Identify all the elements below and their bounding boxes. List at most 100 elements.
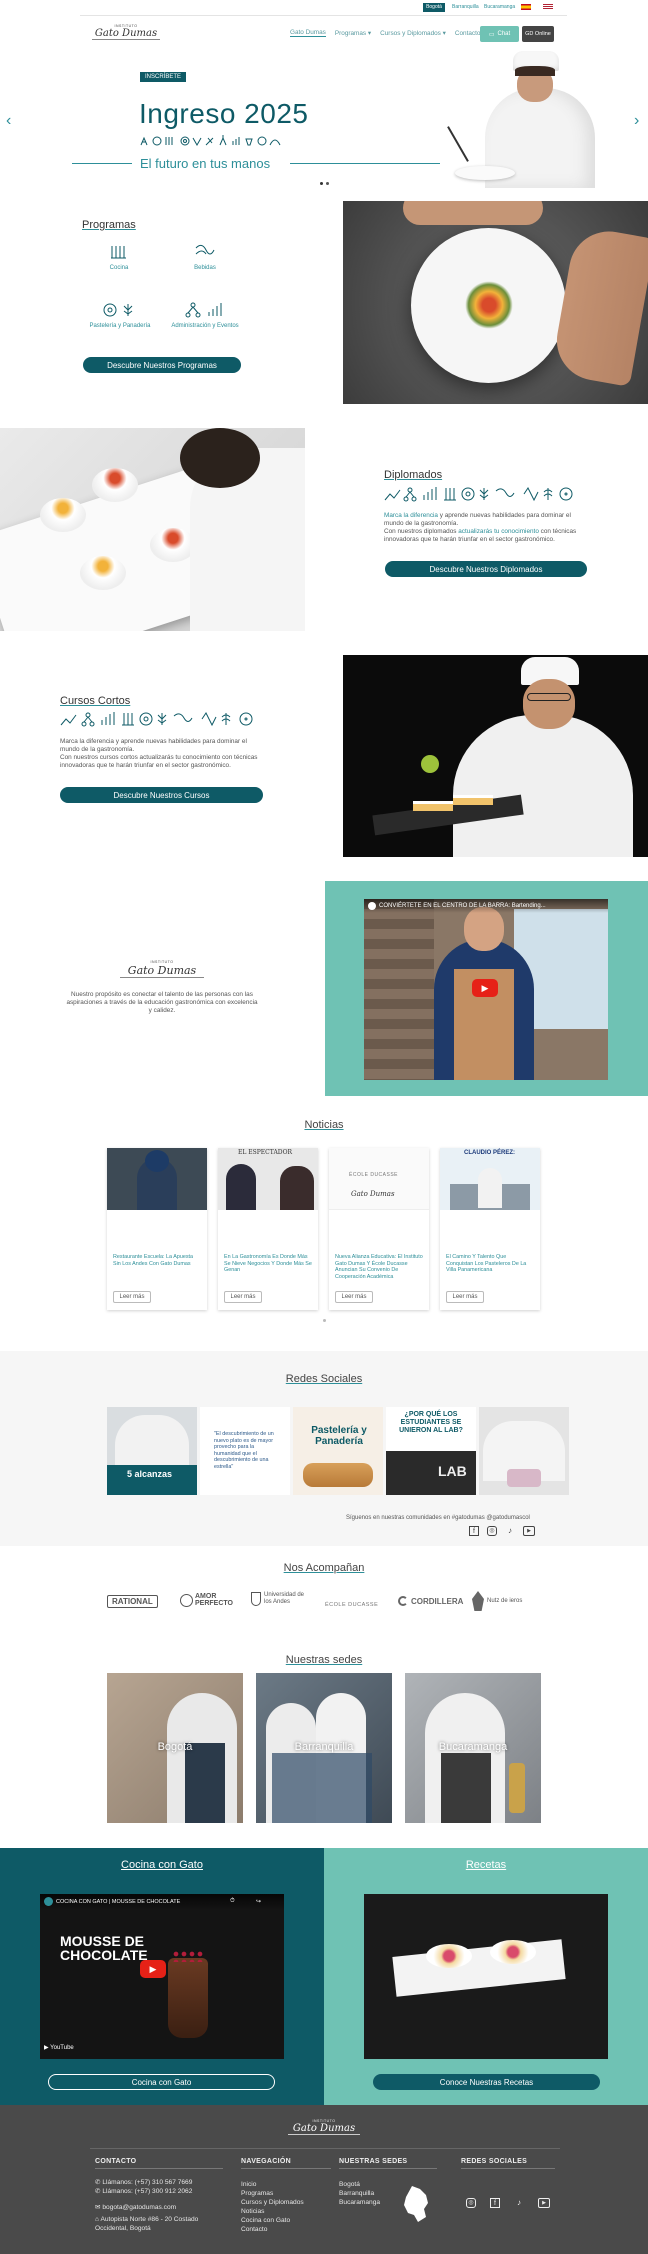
footer-phone-1[interactable]: ✆ Llámanos: (+57) 310 567 7669 xyxy=(95,2178,192,2187)
footer-email[interactable]: ✉ bogota@gatodumas.com xyxy=(95,2203,176,2212)
hero-prev-arrow[interactable]: ‹ xyxy=(6,112,11,130)
news-card-2-text[interactable]: En La Gastronomía Es Donde Más Se Nieve … xyxy=(224,1254,312,1274)
footer-nav-noticias[interactable]: Noticias xyxy=(241,2207,264,2216)
facebook-icon[interactable]: f xyxy=(469,1526,479,1536)
nav-programas[interactable]: Programas ▾ xyxy=(335,29,371,37)
hero-dot-1[interactable] xyxy=(320,182,323,185)
footer-nav-heading: NAVEGACIÓN xyxy=(241,2158,291,2165)
logo[interactable]: INSTITUTO Gato Dumas xyxy=(92,24,160,44)
hero-line-right xyxy=(290,163,440,164)
footer-tiktok-icon[interactable]: ♪ xyxy=(514,2198,524,2208)
news-card-2-button[interactable]: Leer más xyxy=(224,1291,262,1303)
descubre-programas-button[interactable]: Descubre Nuestros Programas xyxy=(83,357,241,373)
footer-facebook-icon[interactable]: f xyxy=(490,2198,500,2208)
cocina-gato-video[interactable]: MOUSSE DE CHOCOLATE COCINA CON GATO | MO… xyxy=(40,1894,284,2059)
share-icon[interactable]: ↪ xyxy=(256,1898,261,1905)
recetas-button[interactable]: Conoce Nuestras Recetas xyxy=(373,2074,600,2090)
lime xyxy=(421,755,439,773)
cocina-gato-button[interactable]: Cocina con Gato xyxy=(48,2074,275,2090)
news-card-1-image[interactable] xyxy=(107,1148,207,1210)
descubre-cursos-button[interactable]: Descubre Nuestros Cursos xyxy=(60,787,263,803)
city-barranquilla-tab[interactable]: Barranquilla xyxy=(452,4,479,10)
hero-title: Ingreso 2025 xyxy=(139,98,309,129)
program-bebidas[interactable]: Bebidas xyxy=(190,244,220,271)
youtube-play-button[interactable]: ▶ xyxy=(472,979,498,997)
youtube-watermark-icon[interactable]: ▶ YouTube xyxy=(44,2044,74,2051)
logo-amor-perfecto[interactable]: AMOR PERFECTO xyxy=(180,1593,235,1607)
video-title[interactable]: CONVIÉRTETE EN EL CENTRO DE LA BARRA: Ba… xyxy=(379,903,546,909)
sede-bucaramanga[interactable]: Bucaramanga xyxy=(405,1673,541,1823)
social-post-2[interactable]: "El descubrimiento de un nuevo plato es … xyxy=(200,1407,290,1495)
social-post-3[interactable]: Pastelería y Panadería xyxy=(293,1407,383,1495)
news-card-4-button[interactable]: Leer más xyxy=(446,1291,484,1303)
footer-nav-contacto[interactable]: Contacto xyxy=(241,2225,267,2234)
footer-instagram-icon[interactable]: ◎ xyxy=(466,2198,476,2208)
bartending-video[interactable]: CONVIÉRTETE EN EL CENTRO DE LA BARRA: Ba… xyxy=(364,899,608,1080)
footer-sede-bogota[interactable]: Bogotá xyxy=(339,2180,360,2189)
logo-ecole-ducasse[interactable]: ÉCOLE DUCASSE xyxy=(325,1602,378,1608)
city-bogota-tab[interactable]: Bogotá xyxy=(423,3,445,12)
news-card-4-image[interactable]: CLAUDIO PÉREZ: xyxy=(440,1148,540,1210)
instagram-icon[interactable]: ◎ xyxy=(487,1526,497,1536)
cocina-video-title[interactable]: COCINA CON GATO | MOUSSE DE CHOCOLATE xyxy=(56,1899,180,1905)
news-card-2: EL ESPECTADOR En La Gastronomía Es Donde… xyxy=(218,1148,318,1310)
program-cocina[interactable]: Cocina xyxy=(104,244,134,271)
news-card-2-image[interactable]: EL ESPECTADOR xyxy=(218,1148,318,1210)
footer-email-text: bogota@gatodumas.com xyxy=(102,2204,177,2211)
cocina-channel-avatar[interactable] xyxy=(44,1897,53,1906)
diplomados-icons xyxy=(384,486,584,507)
descubre-diplomados-button[interactable]: Descubre Nuestros Diplomados xyxy=(385,561,587,577)
footer-nav-cursos[interactable]: Cursos y Diplomados xyxy=(241,2198,304,2207)
news-card-2-masthead: EL ESPECTADOR xyxy=(238,1149,293,1156)
footer: INSTITUTO Gato Dumas CONTACTO ✆ Llámanos… xyxy=(0,2105,648,2254)
sede-bogota[interactable]: Bogotá xyxy=(107,1673,243,1823)
news-card-1-button[interactable]: Leer más xyxy=(113,1291,151,1303)
youtube-play-button-2[interactable]: ▶ xyxy=(140,1960,166,1978)
program-administracion[interactable]: Administración y Eventos xyxy=(166,302,244,329)
sede-barranquilla[interactable]: Barranquilla xyxy=(256,1673,392,1823)
social-post-4[interactable]: ¿POR QUÉ LOS ESTUDIANTES SE UNIERON AL L… xyxy=(386,1407,476,1495)
footer-nav-inicio[interactable]: Inicio xyxy=(241,2180,256,2189)
hero-badge[interactable]: INSCRÍBETE xyxy=(140,72,187,82)
nav-gato-dumas[interactable]: Gato Dumas xyxy=(290,29,326,37)
chat-button[interactable]: ▭ Chat xyxy=(480,26,519,42)
youtube-icon[interactable]: ▶ xyxy=(523,1526,535,1536)
hero-dot-2[interactable] xyxy=(326,182,329,185)
footer-sede-barranquilla[interactable]: Barranquilla xyxy=(339,2189,374,2198)
social-post-1[interactable]: 5 alcanzas xyxy=(107,1407,197,1495)
news-card-3-image[interactable]: ÉCOLE DUCASSE Gato Dumas xyxy=(329,1148,429,1210)
flag-spain-icon[interactable] xyxy=(521,4,531,10)
footer-nav-cocina[interactable]: Cocina con Gato xyxy=(241,2216,290,2225)
footer-nav-programas[interactable]: Programas xyxy=(241,2189,273,2198)
logo-cordillera[interactable]: CORDILLERA xyxy=(398,1596,463,1606)
logo-rational[interactable]: RATIONAL xyxy=(107,1595,158,1608)
flag-usa-icon[interactable] xyxy=(543,4,553,10)
hero-subtitle: El futuro en tus manos xyxy=(140,156,271,171)
footer-sede-bucaramanga[interactable]: Bucaramanga xyxy=(339,2198,380,2207)
program-pasteleria[interactable]: Pastelería y Panadería xyxy=(85,302,155,329)
news-card-3-text[interactable]: Nueva Alianza Educativa: El Instituto Ga… xyxy=(335,1254,423,1280)
logo-uniandes[interactable]: Universidad de los Andes xyxy=(251,1592,306,1606)
logo-nutz[interactable]: Nutz de ieros xyxy=(472,1591,522,1611)
news-pagination-dot[interactable] xyxy=(323,1319,326,1322)
footer-youtube-icon[interactable]: ▶ xyxy=(538,2198,550,2208)
nav-cursos[interactable]: Cursos y Diplomados ▾ xyxy=(380,29,446,37)
hand-left xyxy=(403,201,543,225)
news-card-3-button[interactable]: Leer más xyxy=(335,1291,373,1303)
social-post-5[interactable] xyxy=(479,1407,569,1495)
video-channel-avatar[interactable] xyxy=(368,902,376,910)
recetas-image[interactable] xyxy=(364,1894,608,2059)
footer-phone-2[interactable]: ✆ Llámanos: (+57) 300 912 2062 xyxy=(95,2187,192,2196)
hero-next-arrow[interactable]: › xyxy=(634,112,639,130)
watch-later-icon[interactable]: ⏱ xyxy=(230,1898,235,1905)
cordillera-mark-icon xyxy=(398,1596,408,1606)
news-card-1-text[interactable]: Restaurante Escuela: La Apuesta Sin Los … xyxy=(113,1254,201,1267)
nav-programas-label: Programas xyxy=(334,30,367,37)
news-card-4-text[interactable]: El Camino Y Talento Que Conquistan Los P… xyxy=(446,1254,534,1274)
city-bucaramanga-tab[interactable]: Bucaramanga xyxy=(484,4,515,10)
tiktok-icon[interactable]: ♪ xyxy=(505,1526,515,1536)
gd-online-button[interactable]: GD Online xyxy=(522,26,554,42)
footer-logo[interactable]: INSTITUTO Gato Dumas xyxy=(288,2119,360,2135)
amor-perfecto-mark-icon xyxy=(180,1593,193,1607)
footer-address: ⌂ Autopista Norte #86 - 20 Costado Occid… xyxy=(95,2215,205,2233)
